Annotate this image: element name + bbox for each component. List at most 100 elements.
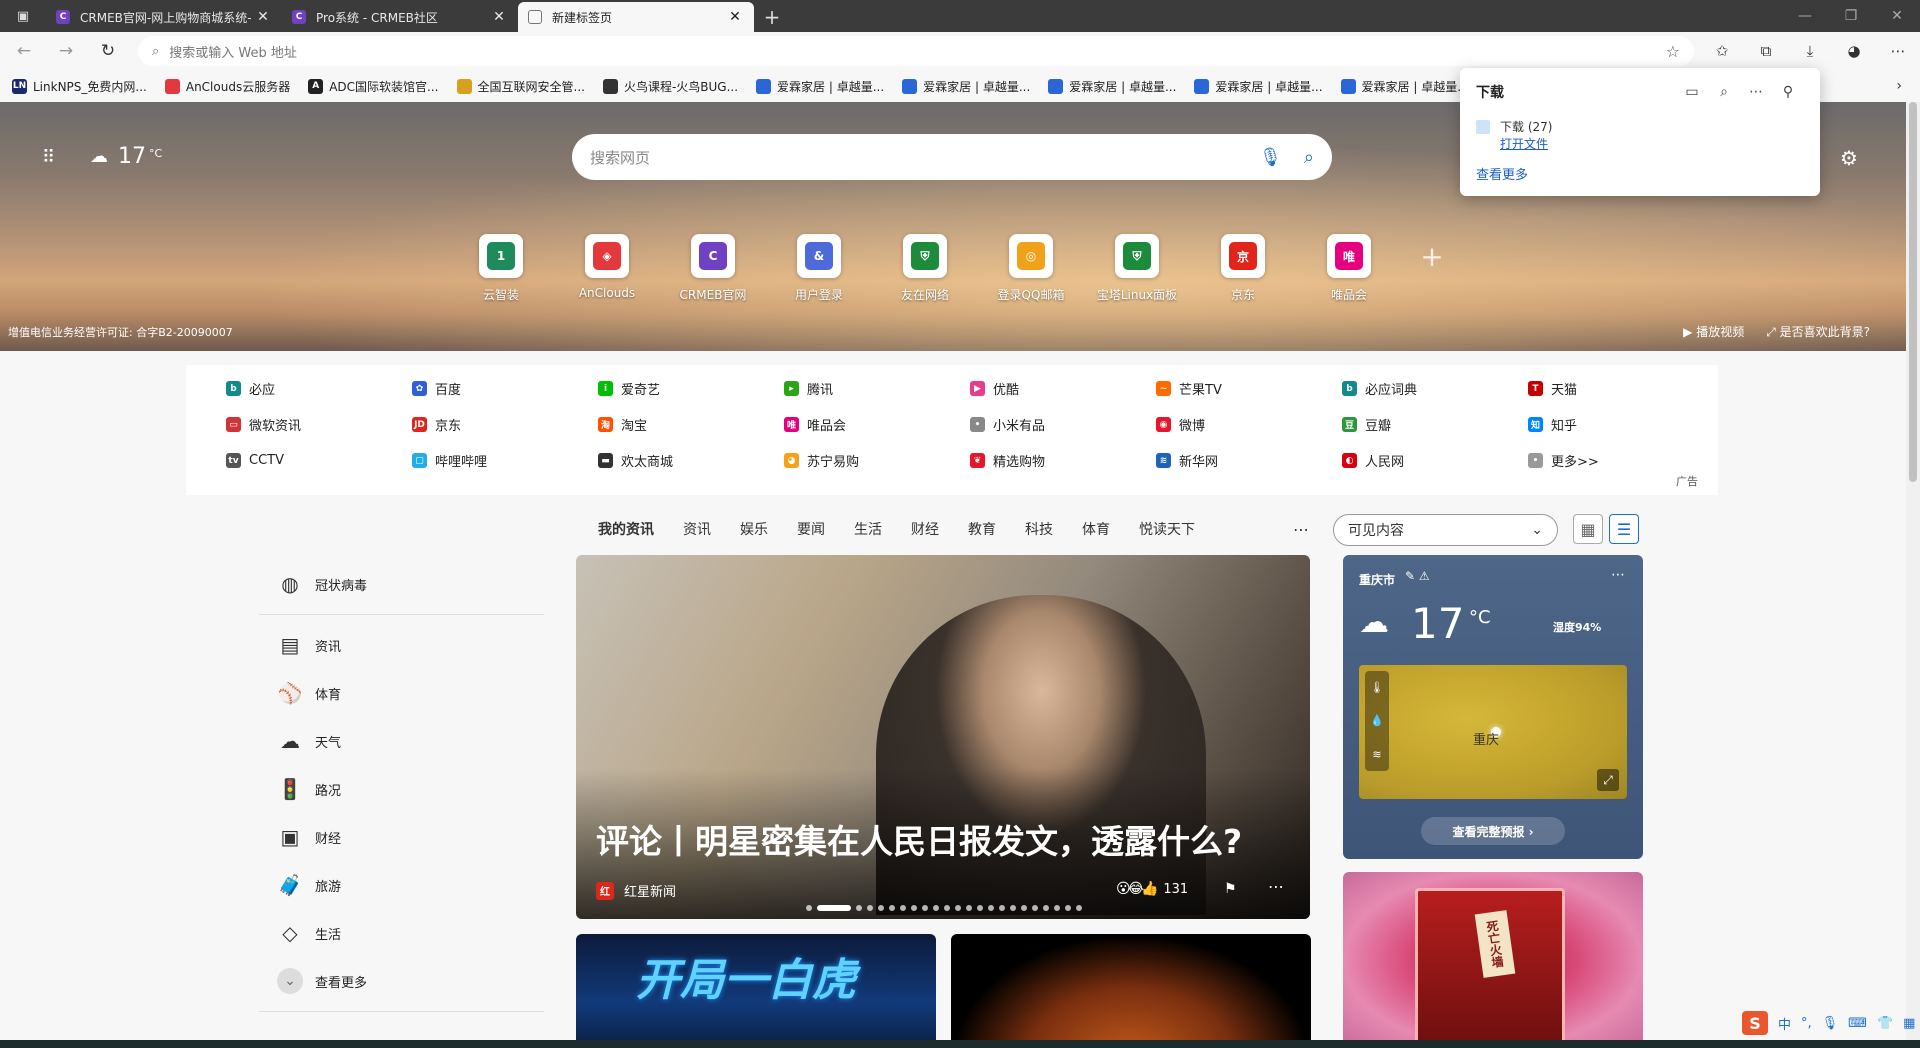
feed-tab[interactable]: 资讯 [683, 519, 711, 539]
edit-pencil-icon[interactable]: ✎ ⚠ [1405, 569, 1430, 583]
feed-tab[interactable]: 生活 [854, 519, 882, 539]
site-link[interactable]: ▸ 腾讯 [784, 379, 970, 398]
news-card[interactable]: 开局一白虎 [576, 934, 936, 1048]
bookmark-item[interactable]: LN LinkNPS_免费内网... [12, 78, 147, 95]
bookmark-item[interactable]: AnClouds云服务器 [164, 78, 290, 95]
carousel-dot[interactable] [911, 905, 917, 911]
bookmark-item[interactable]: 火鸟课程-火鸟BUG... [602, 78, 738, 95]
forward-arrow-icon[interactable]: → [48, 35, 84, 67]
bookmark-icon[interactable]: ⚑ [1224, 881, 1237, 897]
tab-actions-icon[interactable]: ▣ [0, 0, 46, 32]
bookmark-item[interactable]: 爱霖家居 | 卓越量... [1194, 78, 1323, 95]
carousel-dot[interactable] [900, 905, 906, 911]
more-menu-icon[interactable]: ⋯ [1876, 35, 1920, 67]
page-scrollbar[interactable] [1906, 102, 1920, 1040]
site-link[interactable]: 知知乎 [1528, 415, 1714, 434]
quick-link[interactable]: ⛨ 友在网络 [872, 234, 978, 303]
feed-tab[interactable]: 悦读天下 [1139, 519, 1195, 539]
page-settings-gear-icon[interactable]: ⚙ [1840, 146, 1858, 170]
add-quick-link-plus-icon[interactable]: + [1402, 234, 1462, 278]
carousel-dot[interactable] [817, 905, 851, 911]
carousel-dot[interactable] [955, 905, 961, 911]
nav-item-traffic[interactable]: 🚦 路况 [259, 765, 544, 813]
carousel-dot[interactable] [1054, 905, 1060, 911]
site-link[interactable]: 唯唯品会 [784, 415, 970, 434]
bookmark-item[interactable]: 全国互联网安全管... [456, 78, 585, 95]
ime-grid-icon[interactable]: ▦ [1903, 1016, 1915, 1031]
site-link[interactable]: ▬ 欢太商城 [598, 451, 784, 470]
bookmark-item[interactable]: 爱霖家居 | 卓越量... [902, 78, 1030, 95]
carousel-dot[interactable] [933, 905, 939, 911]
more-tabs-icon[interactable]: ⋯ [1293, 520, 1309, 539]
nav-item-finance[interactable]: ▣ 财经 [259, 813, 544, 861]
map-layer-selector[interactable]: 🌡 💧 ≋ [1365, 671, 1389, 771]
see-more-link[interactable]: 查看更多 [1476, 164, 1804, 183]
quick-link[interactable]: ◈ AnClouds [554, 234, 660, 303]
site-link[interactable]: tv CCTV [226, 451, 412, 470]
full-forecast-button[interactable]: 查看完整预报 › [1421, 817, 1565, 845]
quick-link[interactable]: ⛨ 宝塔Linux面板 [1084, 234, 1190, 303]
quick-link[interactable]: & 用户登录 [766, 234, 872, 303]
ime-language[interactable]: 中 [1778, 1014, 1791, 1033]
news-source[interactable]: 红 红星新闻 [596, 881, 676, 900]
carousel-dot[interactable] [999, 905, 1005, 911]
carousel-dot[interactable] [878, 905, 884, 911]
tab-pro-system[interactable]: C Pro系统 - CRMEB社区 ✕ [282, 2, 518, 32]
site-link[interactable]: ▶ 优酷 [970, 379, 1156, 398]
list-view-icon[interactable]: ☰ [1609, 514, 1639, 544]
back-arrow-icon[interactable]: ← [6, 35, 42, 67]
carousel-dot[interactable] [1076, 905, 1082, 911]
reactions[interactable]: 😮😂👍 131 [1116, 881, 1188, 897]
promo-card[interactable]: 死亡火墙 [1343, 872, 1643, 1048]
profile-avatar-icon[interactable]: ◕ [1832, 35, 1876, 67]
site-link[interactable]: 豆豆瓣 [1342, 415, 1528, 434]
minimize-icon[interactable]: — [1782, 0, 1828, 32]
site-link[interactable]: ◕ 苏宁易购 [784, 451, 970, 470]
site-link[interactable]: ▢ 哔哩哔哩 [412, 451, 598, 470]
grid-view-icon[interactable]: ▦ [1573, 514, 1603, 544]
feed-tab[interactable]: 要闻 [797, 519, 825, 539]
site-link[interactable]: ◐ 人民网 [1342, 451, 1528, 470]
site-link[interactable]: ≋ 新华网 [1156, 451, 1342, 470]
nav-item-sports[interactable]: ⚾ 体育 [259, 669, 544, 717]
site-link[interactable]: • 小米有品 [970, 415, 1156, 434]
site-link[interactable]: 淘淘宝 [598, 415, 784, 434]
carousel-dot[interactable] [977, 905, 983, 911]
carousel-dot[interactable] [988, 905, 994, 911]
bookmarks-overflow-chevron-icon[interactable]: › [1896, 78, 1902, 94]
play-video-button[interactable]: ▶ 播放视频 [1683, 323, 1744, 340]
carousel-dot[interactable] [806, 905, 812, 911]
weather-map[interactable]: 🌡 💧 ≋ 重庆 ⤢ [1359, 665, 1627, 799]
wind-icon[interactable]: ≋ [1372, 748, 1381, 761]
like-background-button[interactable]: ⤢ 是否喜欢此背景? [1766, 323, 1870, 340]
droplet-icon[interactable]: 💧 [1370, 714, 1384, 727]
site-link[interactable]: b 必应 [226, 379, 412, 398]
ime-mic-icon[interactable]: 🎙 [1822, 1016, 1839, 1031]
close-tab-icon[interactable]: ✕ [254, 9, 272, 25]
open-file-link[interactable]: 打开文件 [1500, 135, 1552, 152]
close-tab-icon[interactable]: ✕ [490, 9, 508, 25]
bookmark-item[interactable]: 爱霖家居 | 卓越量... [756, 78, 884, 95]
site-link[interactable]: b 必应词典 [1342, 379, 1528, 398]
news-card[interactable] [951, 934, 1311, 1048]
visible-content-select[interactable]: 可见内容 ⌄ [1333, 514, 1558, 546]
bookmark-item[interactable]: A ADC国际软装馆官... [308, 78, 439, 95]
search-icon[interactable]: ⌕ [1708, 84, 1740, 100]
carousel-dot[interactable] [1065, 905, 1071, 911]
site-link[interactable]: • 更多>> [1528, 451, 1714, 470]
nav-item-coronavirus[interactable]: ◍ 冠状病毒 [259, 560, 544, 608]
collections-icon[interactable]: ⧉ [1744, 35, 1788, 67]
tab-new-tab[interactable]: 新建标签页 ✕ [518, 2, 754, 32]
ime-shirt-icon[interactable]: 👕 [1877, 1016, 1893, 1031]
more-options-icon[interactable]: ⋯ [1611, 567, 1625, 583]
carousel-dot[interactable] [1010, 905, 1016, 911]
site-link[interactable]: ▭ 微软资讯 [226, 415, 412, 434]
web-search-box[interactable]: 搜索网页 🎙 ⌕ [572, 134, 1332, 180]
download-item[interactable]: 下载 (27) 打开文件 [1476, 118, 1804, 152]
quick-link[interactable]: 唯唯品会 [1296, 234, 1402, 303]
carousel-dot[interactable] [1021, 905, 1027, 911]
sogou-ime-icon[interactable]: S [1742, 1011, 1768, 1035]
thermometer-icon[interactable]: 🌡 [1370, 681, 1384, 694]
expand-icon[interactable]: ⤢ [1597, 769, 1619, 791]
quick-link[interactable]: C CRMEB官网 [660, 234, 766, 303]
